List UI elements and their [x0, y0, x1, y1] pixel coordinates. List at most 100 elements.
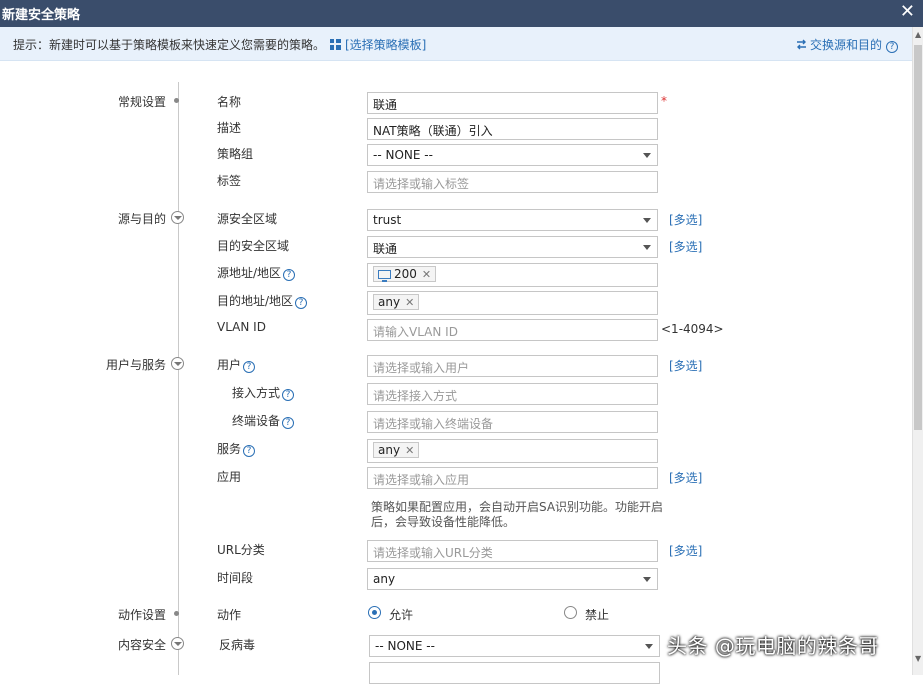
name-input[interactable]: 联通 — [367, 92, 658, 114]
access-mode-label: 接入方式? — [232, 384, 295, 401]
terminal-input[interactable]: 请选择或输入终端设备 — [367, 411, 658, 433]
allow-radio[interactable] — [368, 606, 381, 619]
help-icon[interactable]: ? — [243, 361, 256, 373]
dst-zone-select[interactable]: 联通 — [367, 236, 658, 258]
policy-group-value: -- NONE -- — [373, 148, 433, 162]
remove-chip-icon[interactable]: ✕ — [405, 296, 414, 309]
scrollbar[interactable]: ▲ ▼ — [912, 27, 923, 675]
tag-label: 标签 — [217, 174, 242, 188]
section-action-label: 动作设置 — [117, 608, 166, 622]
src-addr-label: 源地址/地区? — [217, 264, 296, 281]
src-zone-multi-link[interactable]: [多选] — [669, 211, 702, 228]
url-category-multi-link[interactable]: [多选] — [669, 542, 702, 559]
src-addr-chip-label: 200 — [394, 267, 417, 281]
src-addr-chip: 200 ✕ — [373, 266, 437, 282]
service-chip-label: any — [378, 443, 401, 457]
description-input[interactable]: NAT策略（联通）引入 — [367, 118, 658, 140]
help-icon[interactable]: ? — [283, 269, 296, 281]
service-label: 服务? — [217, 440, 256, 457]
user-multi-link[interactable]: [多选] — [669, 357, 702, 374]
action-label: 动作 — [217, 608, 242, 622]
url-category-input[interactable]: 请选择或输入URL分类 — [367, 540, 658, 562]
computer-icon — [378, 270, 391, 282]
user-input[interactable]: 请选择或输入用户 — [367, 355, 658, 377]
select-template-link[interactable]: [选择策略模板] — [330, 36, 426, 53]
swap-src-dst-link[interactable]: 交换源和目的? — [796, 36, 898, 53]
policy-group-select[interactable]: -- NONE -- — [367, 144, 658, 166]
collapse-src-dst-icon[interactable] — [171, 211, 184, 224]
dst-zone-label: 目的安全区域 — [217, 239, 290, 253]
collapse-content-security-icon[interactable] — [171, 637, 184, 650]
dst-addr-label-text: 目的地址/地区 — [217, 294, 294, 308]
antivirus-select[interactable]: -- NONE -- — [369, 635, 660, 657]
swap-label: 交换源和目的 — [809, 38, 882, 52]
access-mode-label-text: 接入方式 — [232, 386, 281, 400]
src-zone-select[interactable]: trust — [367, 209, 658, 231]
required-mark: * — [661, 94, 667, 108]
section-divider-line — [178, 82, 179, 675]
section-general-label: 常规设置 — [117, 95, 166, 109]
collapse-user-service-icon[interactable] — [171, 357, 184, 370]
hint-text: 提示：新建时可以基于策略模板来快速定义您需要的策略。 — [13, 38, 326, 52]
template-grid-icon — [330, 39, 341, 50]
time-range-value: any — [373, 572, 396, 586]
user-label-text: 用户 — [217, 358, 242, 372]
src-zone-value: trust — [373, 213, 402, 227]
time-range-select[interactable]: any — [367, 568, 658, 590]
tag-input[interactable]: 请选择或输入标签 — [367, 171, 658, 193]
hint-bar: 提示：新建时可以基于策略模板来快速定义您需要的策略。 [选择策略模板] 交换源和… — [0, 27, 912, 61]
src-zone-label: 源安全区域 — [217, 212, 278, 226]
help-icon[interactable]: ? — [282, 389, 295, 401]
service-label-text: 服务 — [217, 442, 242, 456]
scroll-down-icon[interactable]: ▼ — [915, 654, 921, 663]
next-field-partial[interactable] — [369, 662, 660, 684]
application-input[interactable]: 请选择或输入应用 — [367, 467, 658, 489]
vlan-label: VLAN ID — [217, 320, 266, 334]
section-src-dst-label: 源与目的 — [117, 212, 166, 226]
url-category-label: URL分类 — [217, 543, 265, 557]
help-icon[interactable]: ? — [282, 417, 295, 429]
vlan-input[interactable]: 请输入VLAN ID — [367, 319, 658, 341]
service-input[interactable]: any ✕ — [367, 439, 658, 463]
allow-label[interactable]: 允许 — [389, 606, 413, 623]
name-label: 名称 — [217, 95, 242, 109]
remove-chip-icon[interactable]: ✕ — [405, 444, 414, 457]
scroll-up-icon[interactable]: ▲ — [915, 30, 921, 39]
remove-chip-icon[interactable]: ✕ — [422, 268, 431, 281]
chevron-down-icon — [643, 153, 651, 158]
dst-zone-multi-link[interactable]: [多选] — [669, 238, 702, 255]
dst-addr-chip: any ✕ — [373, 294, 420, 310]
src-addr-input[interactable]: 200 ✕ — [367, 263, 658, 287]
help-icon[interactable]: ? — [886, 41, 898, 53]
chevron-down-icon — [643, 577, 651, 582]
terminal-label: 终端设备? — [232, 412, 295, 429]
section-dot-icon — [174, 98, 179, 103]
description-label: 描述 — [217, 121, 242, 135]
dst-addr-label: 目的地址/地区? — [217, 292, 308, 309]
application-multi-link[interactable]: [多选] — [669, 469, 702, 486]
deny-radio[interactable] — [564, 606, 577, 619]
section-user-service-label: 用户与服务 — [105, 358, 166, 372]
deny-label[interactable]: 禁止 — [585, 606, 609, 623]
help-icon[interactable]: ? — [295, 297, 308, 309]
vlan-range-hint: <1-4094> — [661, 322, 724, 336]
close-icon[interactable]: ✕ — [900, 1, 915, 22]
scrollbar-thumb[interactable] — [914, 45, 922, 430]
section-content-security-label: 内容安全 — [117, 638, 166, 652]
help-icon[interactable]: ? — [243, 445, 256, 457]
dst-addr-chip-label: any — [378, 295, 401, 309]
watermark-text: 头条 @玩电脑的辣条哥 — [667, 634, 879, 658]
dst-addr-input[interactable]: any ✕ — [367, 291, 658, 315]
chevron-down-icon — [643, 218, 651, 223]
section-dot-icon — [174, 611, 179, 616]
dst-zone-value: 联通 — [373, 242, 398, 256]
dialog-titlebar: 新建安全策略 ✕ — [0, 0, 923, 27]
user-label: 用户? — [217, 356, 256, 373]
access-mode-input[interactable]: 请选择接入方式 — [367, 383, 658, 405]
swap-arrows-icon — [796, 39, 806, 50]
application-label: 应用 — [217, 470, 242, 484]
chevron-down-icon — [643, 245, 651, 250]
antivirus-label: 反病毒 — [219, 638, 256, 652]
application-note: 策略如果配置应用，会自动开启SA识别功能。功能开启后，会导致设备性能降低。 — [371, 500, 664, 529]
dialog-title: 新建安全策略 — [2, 8, 81, 23]
